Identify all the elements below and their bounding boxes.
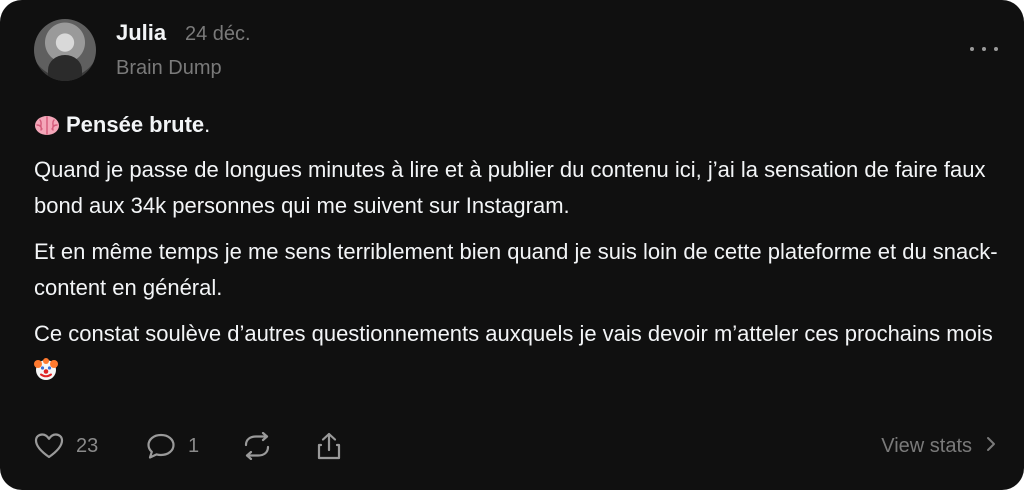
- share-icon: [314, 431, 344, 461]
- reply-count: 1: [188, 434, 200, 457]
- heading-suffix: .: [204, 112, 211, 137]
- post-date: 24 déc.: [185, 23, 251, 45]
- view-stats-label: View stats: [881, 434, 972, 457]
- brain-emoji-icon: [34, 112, 60, 146]
- view-stats-link[interactable]: View stats: [881, 428, 996, 464]
- post-actions-bar: 23 1 View stats: [34, 428, 996, 464]
- post-paragraph-3-text: Ce constat soulève d’autres questionneme…: [34, 321, 993, 346]
- post-paragraph-2: Et en même temps je me sens terriblement…: [34, 239, 998, 300]
- post-paragraph-3: Ce constat soulève d’autres questionneme…: [34, 316, 1004, 392]
- reply-button[interactable]: 1: [146, 428, 199, 464]
- community-name[interactable]: Brain Dump: [116, 57, 222, 80]
- heading-title: Pensée brute: [66, 112, 205, 137]
- like-button[interactable]: 23: [34, 428, 98, 464]
- more-options-icon[interactable]: [970, 40, 998, 58]
- like-count: 23: [76, 434, 99, 457]
- share-button[interactable]: [314, 428, 344, 464]
- post-content: Pensée brute. Quand je passe de longues …: [34, 108, 1004, 402]
- post-heading: Pensée brute.: [34, 108, 1004, 146]
- post-paragraph-1: Quand je passe de longues minutes à lire…: [34, 157, 986, 218]
- author-name[interactable]: Julia: [116, 20, 166, 46]
- post-card: Julia 24 déc. Brain Dump Pensée brute. Q…: [0, 0, 1024, 490]
- comment-icon: [146, 432, 176, 460]
- repost-icon: [242, 432, 272, 460]
- chevron-right-icon: [986, 435, 996, 458]
- repost-button[interactable]: [242, 428, 272, 464]
- heart-icon: [34, 432, 64, 460]
- clown-face-emoji-icon: [34, 356, 58, 392]
- avatar[interactable]: [34, 19, 96, 81]
